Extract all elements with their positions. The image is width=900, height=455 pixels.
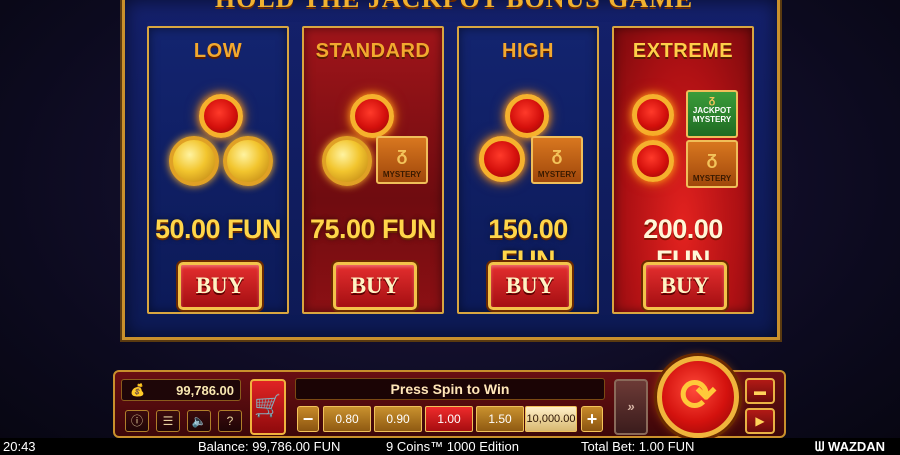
bet-option-selected[interactable]: 1.00 <box>425 406 473 432</box>
turbo-icon: » <box>627 399 635 414</box>
bet-option[interactable]: 1.50 <box>476 406 524 432</box>
red-coin-icon <box>199 94 243 138</box>
bet-option-max[interactable]: 10,000.00 <box>525 406 577 432</box>
turbo-button[interactable]: » <box>614 379 648 435</box>
red-coin-icon <box>350 94 394 138</box>
panel-title: HOLD THE JACKPOT BONUS GAME <box>125 0 783 14</box>
card-high: HIGH ᵹ MYSTERY 150.00 FUN BUY <box>457 26 599 314</box>
mystery-glyph-icon: ᵹ <box>708 94 716 106</box>
brand-logo: ᗯ WAZDAN <box>815 439 885 455</box>
gold-coin-icon <box>322 136 372 186</box>
bet-option[interactable]: 0.80 <box>323 406 371 432</box>
mystery-glyph-icon: ᵹ <box>551 144 563 164</box>
mystery-label: MYSTERY <box>537 170 577 179</box>
spin-button[interactable]: ⟳ <box>657 356 739 438</box>
status-total-bet: Total Bet: 1.00 FUN <box>581 439 695 454</box>
card-extreme: EXTREME ᵹ JACKPOT MYSTERY ᵹ MYSTERY 200.… <box>612 26 754 314</box>
gold-coin-icon <box>223 136 273 186</box>
red-coin-icon <box>632 140 674 182</box>
sound-button[interactable]: 🔈 <box>187 410 211 432</box>
balance-display: 💰 99,786.00 <box>121 379 241 401</box>
status-bar: 20:43 Balance: 99,786.00 FUN 9 Coins™ 10… <box>0 438 900 455</box>
info-icon: ⓘ <box>130 414 143 428</box>
mystery-glyph-icon: ᵹ <box>706 148 718 168</box>
jackpot-mystery-label: JACKPOT MYSTERY <box>692 106 732 124</box>
bonus-buy-panel: HOLD THE JACKPOT BONUS GAME LOW 50.00 FU… <box>122 0 780 340</box>
card-low-title: LOW <box>193 40 243 62</box>
buy-extreme-button[interactable]: BUY <box>643 262 727 310</box>
message-bar: Press Spin to Win <box>295 378 605 400</box>
mystery-symbol: ᵹ MYSTERY <box>376 136 428 184</box>
play-button[interactable]: ▶ <box>745 408 775 434</box>
help-button[interactable]: ? <box>218 410 242 432</box>
game-name: 9 Coins™ 1000 Edition <box>386 439 519 454</box>
gold-coin-icon <box>169 136 219 186</box>
card-low-price: 50.00 FUN <box>154 214 282 244</box>
card-high-title: HIGH <box>502 40 554 62</box>
card-standard-price: 75.00 FUN <box>309 214 437 244</box>
play-icon: ▶ <box>755 414 765 428</box>
brand-mark-icon: ᗯ <box>815 439 825 454</box>
card-standard-title: STANDARD <box>315 40 431 62</box>
red-coin-icon <box>505 94 549 138</box>
menu-button[interactable]: ☰ <box>156 410 180 432</box>
spin-arrows-icon: ⟳ <box>679 371 717 420</box>
clock-time: 20:43 <box>3 439 36 454</box>
red-coin-icon <box>479 136 525 182</box>
status-balance: Balance: 99,786.00 FUN <box>198 439 341 454</box>
mystery-symbol: ᵹ MYSTERY <box>531 136 583 184</box>
mystery-glyph-icon: ᵹ <box>396 144 408 164</box>
card-standard: STANDARD ᵹ MYSTERY 75.00 FUN BUY <box>302 26 444 314</box>
red-coin-icon <box>632 94 674 136</box>
speaker-icon: 🔈 <box>191 414 207 428</box>
mystery-label: MYSTERY <box>692 174 732 183</box>
autoplay-button[interactable]: ▬ <box>745 378 775 404</box>
card-extreme-title: EXTREME <box>632 40 734 62</box>
bet-option[interactable]: 0.90 <box>374 406 422 432</box>
shopping-cart-icon: 🛒 <box>254 393 282 418</box>
autoplay-icon: ▬ <box>754 384 766 398</box>
question-icon: ? <box>226 414 234 428</box>
buy-low-button[interactable]: BUY <box>178 262 262 310</box>
mystery-symbol: ᵹ MYSTERY <box>686 140 738 188</box>
jackpot-mystery-symbol: ᵹ JACKPOT MYSTERY <box>686 90 738 138</box>
card-low: LOW 50.00 FUN BUY <box>147 26 289 314</box>
menu-icon: ☰ <box>162 414 174 428</box>
bet-decrease-button[interactable]: − <box>297 406 319 432</box>
money-bag-icon: 💰 <box>130 383 145 397</box>
mystery-label: MYSTERY <box>382 170 422 179</box>
bet-increase-button[interactable]: + <box>581 406 603 432</box>
info-button[interactable]: ⓘ <box>125 410 149 432</box>
brand-name: WAZDAN <box>828 439 886 454</box>
buy-feature-button[interactable]: 🛒 <box>250 379 286 435</box>
buy-standard-button[interactable]: BUY <box>333 262 417 310</box>
buy-high-button[interactable]: BUY <box>488 262 572 310</box>
balance-value: 99,786.00 <box>176 383 234 398</box>
